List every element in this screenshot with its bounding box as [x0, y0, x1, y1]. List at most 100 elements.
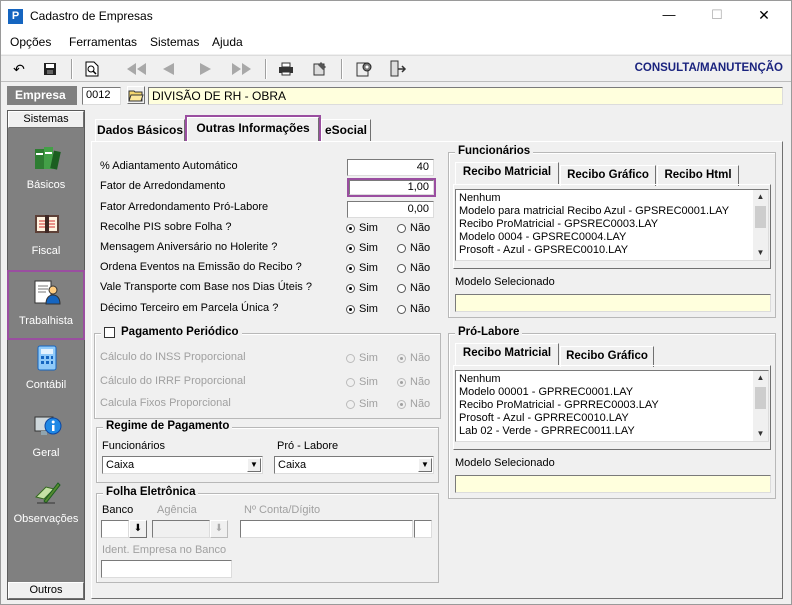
empresa-name-field[interactable]: DIVISÃO DE RH - OBRA — [148, 87, 783, 105]
fator-field[interactable]: 1,00 — [347, 178, 436, 197]
sidebar-item-label: Observações — [13, 513, 79, 525]
list-item[interactable]: Modelo para matricial Recibo Azul - GPSR… — [456, 205, 768, 218]
list-item[interactable]: Nenhum — [456, 192, 768, 205]
periodic-row-label: Cálculo do IRRF Proporcional — [100, 375, 246, 387]
radio-nao[interactable]: Não — [397, 282, 430, 294]
menu-opcoes[interactable]: Opções — [10, 35, 51, 49]
radio-sim: Sim — [346, 376, 378, 388]
scrollbar-thumb[interactable] — [755, 387, 766, 409]
chevron-down-icon[interactable]: ▼ — [753, 246, 768, 260]
close-button[interactable]: ✕ — [746, 7, 782, 24]
open-folder-icon[interactable] — [127, 86, 145, 104]
title-bar: P Cadastro de Empresas — ☐ ✕ — [1, 1, 791, 32]
chevron-up-icon[interactable]: ▲ — [753, 190, 768, 204]
sidebar-item-basicos[interactable]: Básicos — [8, 141, 84, 205]
list-item[interactable]: Nenhum — [456, 373, 768, 386]
sidebar-item-label: Básicos — [26, 179, 66, 191]
fator-pl-label: Fator Arredondamento Pró-Labore — [100, 201, 269, 213]
chevron-down-icon[interactable]: ▼ — [247, 458, 261, 472]
radio-sim[interactable]: Sim — [346, 262, 378, 274]
tab-recibo-html[interactable]: Recibo Html — [657, 165, 739, 186]
next-record-icon[interactable] — [197, 60, 215, 78]
worker-icon — [32, 277, 62, 307]
radio-nao[interactable]: Não — [397, 262, 430, 274]
print-icon[interactable] — [277, 60, 295, 78]
digito-field[interactable] — [414, 520, 432, 538]
list-item[interactable]: Recibo ProMatricial - GPSREC0003.LAY — [456, 218, 768, 231]
agencia-field[interactable] — [152, 520, 210, 538]
pagamento-periodico-checkbox[interactable] — [104, 326, 115, 338]
func-label: Funcionários — [102, 440, 165, 452]
minimize-button[interactable]: — — [651, 7, 687, 22]
menu-ajuda[interactable]: Ajuda — [212, 35, 243, 49]
radio-nao: Não — [397, 398, 430, 410]
scrollbar-thumb[interactable] — [755, 206, 766, 228]
tab-recibo-grafico[interactable]: Recibo Gráfico — [560, 165, 656, 186]
preview-icon[interactable] — [83, 60, 101, 78]
radio-nao: Não — [397, 352, 430, 364]
scrollbar[interactable]: ▲ ▼ — [753, 190, 768, 260]
chevron-up-icon[interactable]: ▲ — [753, 371, 768, 385]
sidebar-footer[interactable]: Outros — [8, 582, 84, 599]
maximize-button[interactable]: ☐ — [699, 7, 735, 23]
chevron-down-icon[interactable]: ▼ — [418, 458, 432, 472]
save-icon[interactable] — [41, 60, 59, 78]
list-item[interactable]: Recibo ProMatricial - GPRREC0003.LAY — [456, 399, 768, 412]
radio-sim[interactable]: Sim — [346, 303, 378, 315]
tab-recibo-matricial[interactable]: Recibo Matricial — [455, 162, 559, 185]
scrollbar[interactable]: ▲ ▼ — [753, 371, 768, 441]
radio-nao[interactable]: Não — [397, 303, 430, 315]
radio-sim[interactable]: Sim — [346, 222, 378, 234]
app-icon: P — [8, 9, 23, 24]
func-regime-select[interactable]: Caixa ▼ — [102, 456, 263, 474]
tab-recibo-grafico[interactable]: Recibo Gráfico — [560, 346, 654, 367]
menu-ferramentas[interactable]: Ferramentas — [69, 35, 137, 49]
radio-sim[interactable]: Sim — [346, 242, 378, 254]
menu-sistemas[interactable]: Sistemas — [150, 35, 199, 49]
last-record-icon[interactable] — [229, 60, 255, 78]
fator-pl-field[interactable]: 0,00 — [347, 201, 434, 218]
radio-nao[interactable]: Não — [397, 222, 430, 234]
radio-nao[interactable]: Não — [397, 242, 430, 254]
sidebar-item-observacoes[interactable]: Observações — [8, 475, 84, 539]
sidebar-item-contabil[interactable]: Contábil — [8, 341, 84, 405]
ident-field[interactable] — [101, 560, 232, 578]
question-label: Décimo Terceiro em Parcela Única ? — [100, 302, 279, 314]
prolabore-recibo-list[interactable]: Nenhum Modelo 00001 - GPRREC0001.LAY Rec… — [455, 370, 769, 442]
agencia-lookup-button[interactable]: ⬇ — [210, 520, 228, 538]
list-item[interactable]: Prosoft - Azul - GPSREC0010.LAY — [456, 244, 768, 257]
sidebar-item-fiscal[interactable]: Fiscal — [8, 207, 84, 271]
banco-label: Banco — [102, 504, 134, 516]
list-item[interactable]: Lab 02 - Verde - GPRREC0011.LAY — [456, 425, 768, 438]
banco-field[interactable] — [101, 520, 129, 538]
funcionarios-recibo-list[interactable]: Nenhum Modelo para matricial Recibo Azul… — [455, 189, 769, 261]
sidebar-item-geral[interactable]: Geral — [8, 409, 84, 473]
chevron-down-icon[interactable]: ▼ — [753, 427, 768, 441]
pl-regime-select[interactable]: Caixa ▼ — [274, 456, 434, 474]
tab-outras-informacoes[interactable]: Outras Informações — [185, 115, 321, 144]
conta-field[interactable] — [240, 520, 413, 538]
empresa-code-field[interactable]: 0012 — [82, 87, 121, 105]
exit-icon[interactable] — [389, 60, 407, 78]
list-item[interactable]: Modelo 00001 - GPRREC0001.LAY — [456, 386, 768, 399]
modelo-selecionado-label: Modelo Selecionado — [455, 457, 555, 469]
prolabore-modelo-field[interactable] — [455, 475, 771, 493]
pagamento-periodico-title[interactable]: Pagamento Periódico — [101, 326, 242, 338]
sidebar-header[interactable]: Sistemas — [8, 111, 84, 128]
tab-esocial[interactable]: eSocial — [321, 119, 371, 141]
adiantamento-field[interactable]: 40 — [347, 159, 434, 176]
tab-dados-basicos[interactable]: Dados Básicos — [95, 119, 185, 141]
settings-icon[interactable] — [355, 60, 373, 78]
tab-recibo-matricial[interactable]: Recibo Matricial — [455, 343, 559, 366]
funcionarios-modelo-field[interactable] — [455, 294, 771, 312]
list-item[interactable]: Prosoft - Azul - GPRREC0010.LAY — [456, 412, 768, 425]
sidebar-item-trabalhista[interactable]: Trabalhista — [7, 270, 85, 340]
list-item[interactable]: Modelo 0004 - GPSREC0004.LAY — [456, 231, 768, 244]
tools-icon[interactable] — [311, 60, 329, 78]
radio-sim[interactable]: Sim — [346, 282, 378, 294]
ledger-icon — [32, 209, 62, 239]
first-record-icon[interactable] — [123, 60, 149, 78]
undo-icon[interactable]: ↶ — [10, 60, 28, 78]
banco-lookup-button[interactable]: ⬇ — [129, 520, 147, 538]
previous-record-icon[interactable] — [159, 60, 177, 78]
